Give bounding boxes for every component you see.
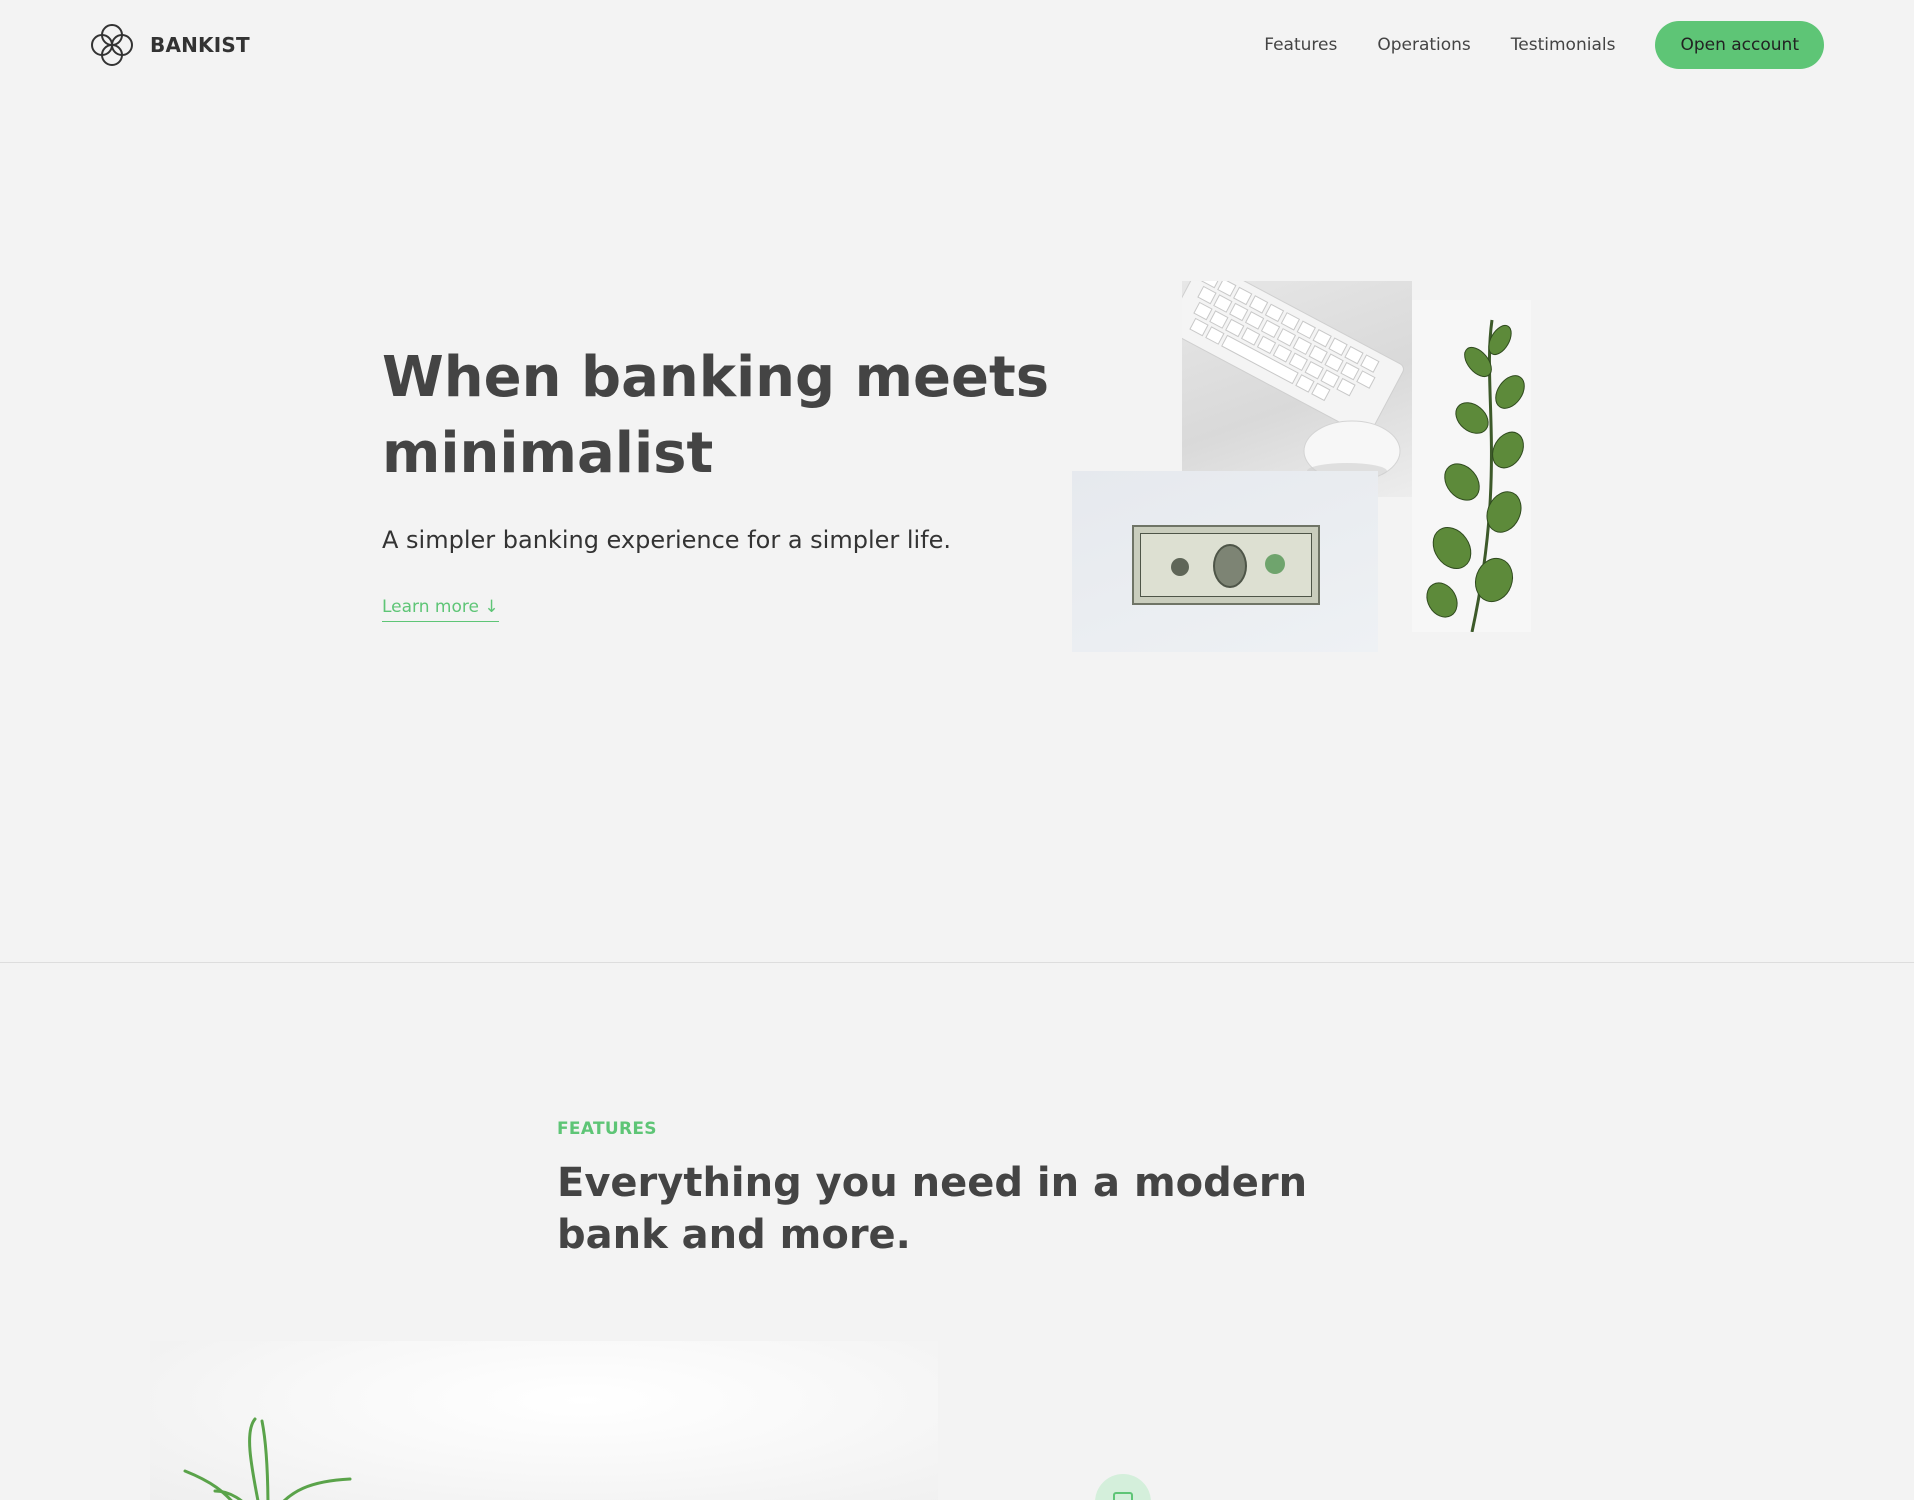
dollar-bill-frame <box>1140 533 1312 597</box>
nav-link-testimonials[interactable]: Testimonials <box>1511 21 1616 69</box>
open-account-button[interactable]: Open account <box>1655 21 1824 69</box>
nav-link-features[interactable]: Features <box>1264 21 1337 69</box>
eucalyptus-plant-image <box>1412 300 1531 632</box>
hero-highlight-banking-text: banking <box>580 345 836 410</box>
hero-title: When banking meets minimalist <box>382 340 1049 492</box>
features-image <box>150 1341 938 1500</box>
dollar-bill-portrait <box>1213 544 1247 588</box>
hero-title-line-2: minimalist <box>382 416 1049 492</box>
dollar-bill <box>1132 525 1320 605</box>
hero-image-collage <box>1071 280 1531 652</box>
logo-icon <box>88 21 136 69</box>
hero-highlight-minimalist: minimalist <box>382 416 713 492</box>
hero-highlight-banking: banking <box>581 340 835 416</box>
top-nav: BANKIST Features Operations Testimonials… <box>0 0 1914 90</box>
features-section-label: FEATURES <box>557 1119 657 1139</box>
features-section-title: Everything you need in a modern bank and… <box>557 1160 1308 1258</box>
logo-text: BANKIST <box>150 33 250 57</box>
learn-more-link[interactable]: Learn more ↓ <box>382 597 499 622</box>
hero-title-word-when: When <box>382 345 562 410</box>
dollar-bill-left-seal <box>1171 558 1189 576</box>
hero-highlight-minimalist-text: minimalist <box>382 421 714 486</box>
page: BANKIST Features Operations Testimonials… <box>0 0 1914 1500</box>
hero-title-line-1: When banking meets <box>382 340 1049 416</box>
feature-icon <box>1095 1474 1151 1500</box>
logo[interactable]: BANKIST <box>88 21 250 69</box>
nav-link-operations[interactable]: Operations <box>1377 21 1470 69</box>
hero-subtitle: A simpler banking experience for a simpl… <box>382 526 952 554</box>
dollar-bill-right-seal <box>1265 554 1285 574</box>
keyboard-mouse-image <box>1182 281 1412 497</box>
section-divider <box>0 962 1914 963</box>
hero-title-word-meets: meets <box>854 345 1050 410</box>
nav-links: Features Operations Testimonials Open ac… <box>1264 21 1824 69</box>
dollar-bill-image <box>1072 471 1378 652</box>
